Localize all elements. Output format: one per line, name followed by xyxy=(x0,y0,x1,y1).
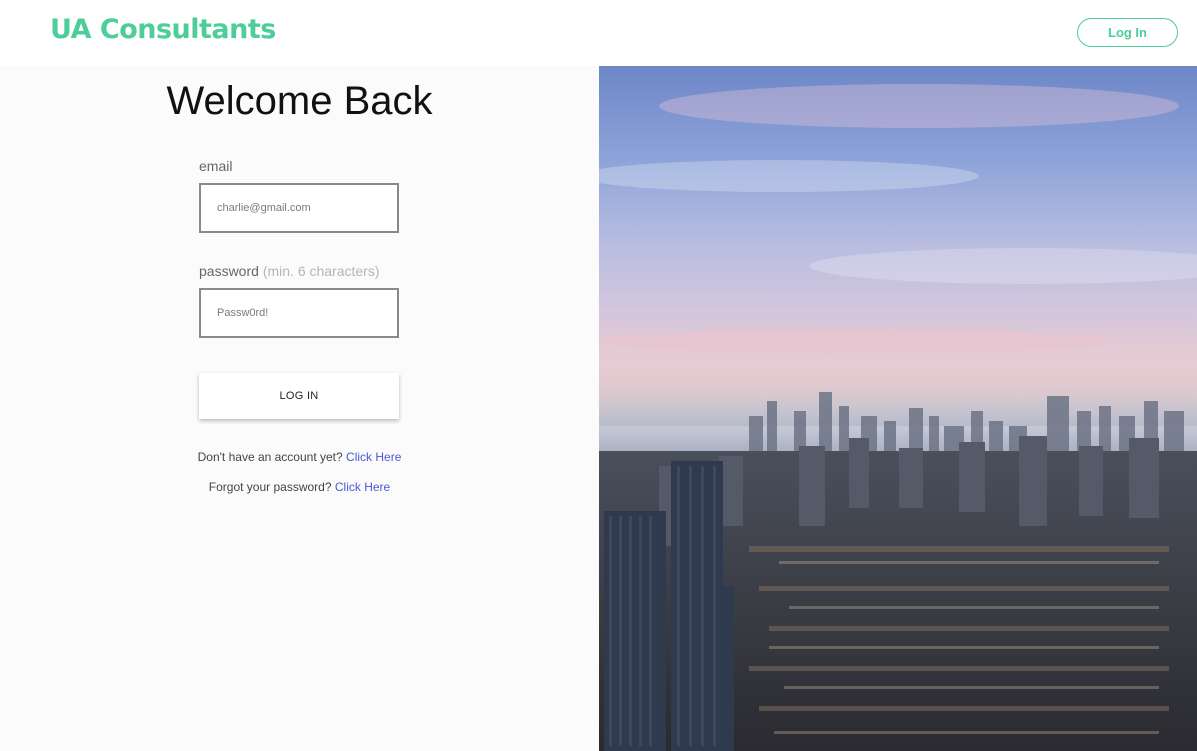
nav-login-button[interactable]: Log In xyxy=(1077,18,1178,47)
signup-prompt: Don't have an account yet? Click Here xyxy=(0,450,599,464)
login-panel: Welcome Back email password (min. 6 char… xyxy=(0,66,599,751)
page-title: Welcome Back xyxy=(166,79,433,123)
email-field[interactable] xyxy=(199,183,399,233)
signup-link[interactable]: Click Here xyxy=(346,450,401,464)
email-label: email xyxy=(199,158,232,174)
city-skyline-illustration xyxy=(599,84,1197,751)
password-field[interactable] xyxy=(199,288,399,338)
top-navbar: UA Consultants Log In xyxy=(0,0,1197,66)
forgot-prompt-text: Forgot your password? xyxy=(208,480,332,494)
email-label-text: email xyxy=(199,158,233,174)
password-hint: (min. 6 characters) xyxy=(262,263,380,279)
city-skyline-image xyxy=(599,66,1197,751)
signup-prompt-text: Don't have an account yet? xyxy=(197,450,343,464)
login-submit-button[interactable]: LOG IN xyxy=(199,373,399,419)
password-label-text: password xyxy=(199,263,259,279)
password-label: password (min. 6 characters) xyxy=(199,263,380,279)
forgot-password-prompt: Forgot your password? Click Here xyxy=(0,480,599,494)
brand-logo[interactable]: UA Consultants xyxy=(50,14,276,45)
forgot-password-link[interactable]: Click Here xyxy=(335,480,390,494)
